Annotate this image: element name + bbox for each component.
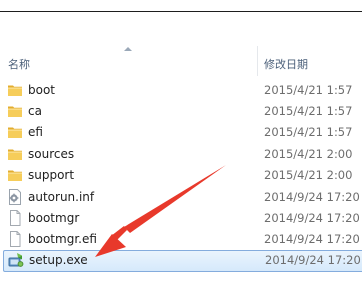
file-date: 2014/9/24 17:20 [264, 232, 360, 246]
file-name: support [28, 168, 75, 182]
file-date: 2014/9/24 17:20 [264, 211, 360, 225]
file-row-support[interactable]: support 2015/4/21 2:00 [0, 165, 362, 186]
file-name: setup.exe [29, 253, 88, 267]
file-date: 2015/4/21 2:00 [264, 147, 353, 161]
file-date: 2015/4/21 2:00 [264, 168, 353, 182]
file-name: bootmgr.efi [28, 232, 97, 246]
folder-icon [7, 146, 23, 162]
top-divider [0, 11, 362, 12]
folder-icon [7, 103, 23, 119]
file-date: 2015/4/21 1:57 [264, 104, 353, 118]
file-name: autorun.inf [28, 190, 95, 204]
file-row-bootmgr[interactable]: bootmgr 2014/9/24 17:20 [0, 208, 362, 229]
folder-icon [7, 82, 23, 98]
file-name: boot [28, 83, 56, 97]
column-name-header[interactable]: 名称 [8, 56, 30, 72]
file-name: bootmgr [28, 211, 80, 225]
file-row-boot[interactable]: boot 2015/4/21 1:57 [0, 80, 362, 101]
file-date: 2015/4/21 1:57 [264, 83, 353, 97]
file-row-setup-exe[interactable]: setup.exe 2014/9/24 17:20 [3, 250, 362, 272]
file-row-bootmgr-efi[interactable]: bootmgr.efi 2014/9/24 17:20 [0, 229, 362, 250]
file-row-autorun[interactable]: autorun.inf 2014/9/24 17:20 [0, 187, 362, 208]
setup-icon [8, 252, 24, 268]
folder-icon [7, 167, 23, 183]
file-icon [7, 210, 23, 226]
file-row-sources[interactable]: sources 2015/4/21 2:00 [0, 144, 362, 165]
file-date: 2014/9/24 17:20 [264, 190, 360, 204]
file-name: sources [28, 147, 75, 161]
file-date: 2014/9/24 17:20 [265, 253, 361, 267]
column-separator[interactable] [257, 46, 258, 76]
file-name: ca [28, 104, 42, 118]
sort-up-icon[interactable] [124, 47, 132, 51]
column-header: 名称 修改日期 [0, 46, 362, 76]
file-row-efi[interactable]: efi 2015/4/21 1:57 [0, 122, 362, 143]
folder-icon [7, 124, 23, 140]
settings-file-icon [7, 189, 23, 205]
file-date: 2015/4/21 1:57 [264, 125, 353, 139]
column-date-header[interactable]: 修改日期 [264, 56, 308, 72]
file-name: efi [28, 125, 43, 139]
file-icon [7, 231, 23, 247]
file-row-ca[interactable]: ca 2015/4/21 1:57 [0, 101, 362, 122]
